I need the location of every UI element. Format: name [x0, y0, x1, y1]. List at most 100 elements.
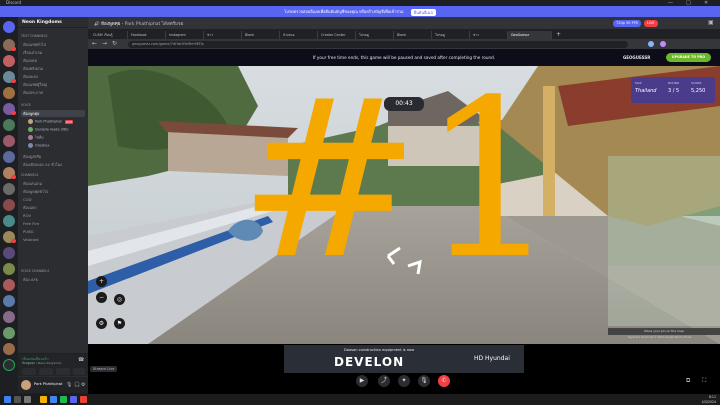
text-channel[interactable]: ห้องเพลง [21, 73, 85, 80]
browser-tab[interactable]: CUSM เรียนรู้ [90, 31, 128, 39]
browser-tab[interactable]: ข่าว [470, 31, 508, 39]
server-icon[interactable] [3, 151, 15, 163]
channel[interactable]: PUBG [21, 228, 85, 235]
reload-icon[interactable]: ↻ [112, 40, 117, 47]
search-icon[interactable] [14, 396, 21, 403]
browser-tab[interactable]: โปรดดู [432, 31, 470, 39]
text-channel[interactable]: ห้องแชทผู้ใหญ่ [21, 81, 85, 88]
task-view-icon[interactable] [24, 396, 31, 403]
camera-button[interactable] [22, 368, 36, 375]
avatar[interactable] [21, 380, 31, 390]
channel[interactable]: ห้องพูดคุยทั่วไป [21, 188, 85, 195]
taskbar-app-icon[interactable] [70, 396, 77, 403]
url-input[interactable]: geoguessr.com/game/7dHdc59dRm9EFJs [128, 40, 628, 48]
channel[interactable]: ห้อง AFK [21, 276, 85, 283]
forward-icon[interactable]: → [102, 40, 107, 47]
voice-channel-selected[interactable]: ห้องพูดคุย [21, 110, 85, 117]
voice-location[interactable]: ห้องพูดคุย / Neon Kingdoms [22, 361, 61, 366]
compass-icon[interactable]: ◎ [114, 294, 125, 305]
browser-tab[interactable]: Blank [242, 31, 280, 39]
guess-map[interactable] [608, 266, 720, 326]
verify-email-button[interactable]: ยืนยันอีเมล [410, 8, 436, 16]
voice-user[interactable]: Park Phathiphat LIVE [28, 119, 74, 124]
server-icon[interactable] [3, 215, 15, 227]
geoguessr-logo[interactable]: GEOGUESSR [623, 55, 650, 60]
category-label[interactable]: VOICE CHANNELS [21, 269, 49, 273]
inbox-icon[interactable]: ▣ [708, 19, 714, 26]
profile-icon[interactable] [660, 41, 666, 47]
flag-icon[interactable]: ⚑ [114, 318, 125, 329]
disconnect-icon[interactable]: ☎ [78, 357, 85, 364]
text-channel[interactable]: ห้องประกาศ [21, 89, 85, 96]
street-view-panorama[interactable]: #1 00:43 MAP Thailand ROUND 3 / 5 SCORE … [88, 66, 720, 344]
settings-icon[interactable]: ⚙ [96, 318, 107, 329]
browser-tab[interactable]: Blank [394, 31, 432, 39]
channel[interactable]: COD [21, 196, 85, 203]
server-icon[interactable] [3, 295, 15, 307]
category-label[interactable]: VOICE [21, 103, 31, 107]
camera-icon[interactable]: ▶ [356, 375, 368, 387]
server-icon[interactable] [3, 183, 15, 195]
browser-tab[interactable]: โปรดดู [356, 31, 394, 39]
browser-tab[interactable]: นำเสนอ [280, 31, 318, 39]
browser-tab[interactable]: Creator Center [318, 31, 356, 39]
activity-icon[interactable]: ✦ [398, 375, 410, 387]
server-icon[interactable] [3, 55, 15, 67]
category-label[interactable]: TEXT CHANNELS [21, 34, 47, 38]
activity-button[interactable] [56, 368, 70, 375]
channel[interactable]: Valorant [21, 236, 85, 243]
voice-user[interactable]: ไข่ต้ม [28, 135, 43, 141]
extension-icon[interactable] [648, 41, 654, 47]
browser-tab[interactable]: ข่าว [204, 31, 242, 39]
server-icon[interactable] [3, 327, 15, 339]
browser-tab[interactable]: Instagram [166, 31, 204, 39]
server-icon[interactable] [3, 87, 15, 99]
server-icon[interactable] [3, 343, 15, 355]
server-icon[interactable] [3, 263, 15, 275]
channel[interactable]: ห้องเปิดเพลง 24 ชั่วโมง [21, 161, 85, 168]
gear-icon[interactable]: ⚙ [81, 382, 85, 388]
zoom-in-button[interactable]: + [96, 276, 107, 287]
screen-share-button[interactable] [39, 368, 53, 375]
taskbar-app-icon[interactable] [40, 396, 47, 403]
server-name[interactable]: Neon Kingdoms [18, 17, 88, 28]
clock[interactable]: 8:11 4/3/2024 [688, 395, 716, 404]
headphones-icon[interactable]: 🎧 [74, 382, 80, 388]
start-icon[interactable] [4, 396, 11, 403]
channel[interactable]: Free Fire [21, 220, 85, 227]
text-channel[interactable]: ห้องแชททั่วไป [21, 41, 85, 48]
server-icon[interactable] [3, 119, 15, 131]
browser-tab[interactable]: Facebook [128, 31, 166, 39]
category-label[interactable]: CHANNELS [21, 173, 38, 177]
disconnect-call-button[interactable]: ✆ [438, 375, 450, 387]
channel[interactable]: ห้องเล่นเกม [21, 180, 85, 187]
server-icon[interactable] [3, 279, 15, 291]
advertisement-banner[interactable]: Doosan construction equipment is now DEV… [284, 345, 524, 373]
voice-user[interactable]: Oreohex [28, 143, 49, 148]
taskbar-app-icon[interactable] [60, 396, 67, 403]
text-channel[interactable]: ห้องบอท [21, 57, 85, 64]
add-server-icon[interactable] [3, 359, 15, 371]
zoom-out-button[interactable]: − [96, 292, 107, 303]
browser-tab-active[interactable]: GeoGuessr [508, 31, 552, 39]
taskbar-app-icon[interactable] [50, 396, 57, 403]
channel[interactable]: ห้องดูสตรีม [21, 153, 85, 160]
text-channel[interactable]: ห้องคลิปเกม [21, 65, 85, 72]
screen-share-icon[interactable]: ⤴ [378, 375, 390, 387]
server-icon[interactable] [3, 247, 15, 259]
popout-icon[interactable]: ⧉ [686, 377, 690, 385]
voice-user[interactable]: Daniella made ditto [28, 127, 68, 132]
channel[interactable]: ห้องแยก [21, 204, 85, 211]
server-icon[interactable] [3, 199, 15, 211]
server-icon[interactable] [3, 311, 15, 323]
soundboard-button[interactable] [73, 368, 85, 375]
back-icon[interactable]: ← [92, 40, 97, 47]
fullscreen-icon[interactable]: ⛶ [702, 377, 706, 385]
microphone-icon[interactable]: 🎙 [66, 382, 72, 388]
server-icon[interactable] [3, 135, 15, 147]
taskbar-app-icon[interactable] [80, 396, 87, 403]
home-icon[interactable] [3, 21, 15, 33]
microphone-icon[interactable]: 🎙 [418, 375, 430, 387]
channel[interactable]: ROV [21, 212, 85, 219]
new-tab-button[interactable]: + [556, 31, 561, 38]
